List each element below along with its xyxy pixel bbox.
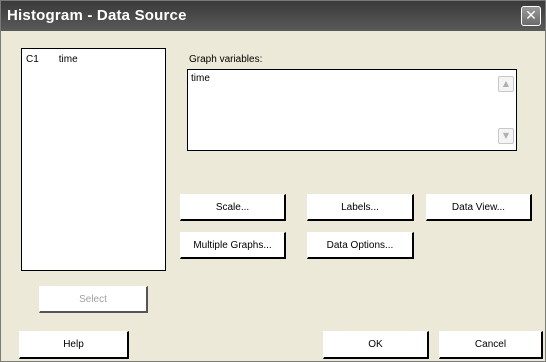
multiple-graphs-button[interactable]: Multiple Graphs... (180, 232, 286, 259)
scale-button[interactable]: Scale... (180, 194, 286, 221)
title-bar[interactable]: Histogram - Data Source ✕ (1, 1, 545, 31)
graph-variables-field[interactable]: time ▲ ▼ (187, 69, 517, 151)
labels-button[interactable]: Labels... (307, 194, 414, 221)
close-icon[interactable]: ✕ (521, 6, 541, 26)
scroll-down-icon[interactable]: ▼ (498, 128, 514, 144)
cancel-button[interactable]: Cancel (439, 331, 543, 359)
data-view-button[interactable]: Data View... (426, 194, 532, 221)
ok-button[interactable]: OK (323, 331, 429, 359)
variable-list[interactable]: C1 time (21, 48, 166, 271)
help-button[interactable]: Help (19, 331, 129, 359)
dialog-title: Histogram - Data Source (7, 7, 187, 24)
histogram-dialog: Histogram - Data Source ✕ C1 time Graph … (0, 0, 546, 362)
data-options-button[interactable]: Data Options... (307, 232, 414, 259)
graph-variables-scrollbar[interactable]: ▲ ▼ (498, 72, 514, 148)
variable-name: time (58, 54, 78, 65)
select-button[interactable]: Select (39, 286, 148, 313)
list-item[interactable]: C1 time (26, 54, 78, 65)
graph-variables-value: time (191, 73, 210, 84)
variable-column-id: C1 (26, 54, 39, 65)
scroll-up-icon[interactable]: ▲ (498, 76, 514, 92)
graph-variables-label: Graph variables: (189, 54, 263, 65)
